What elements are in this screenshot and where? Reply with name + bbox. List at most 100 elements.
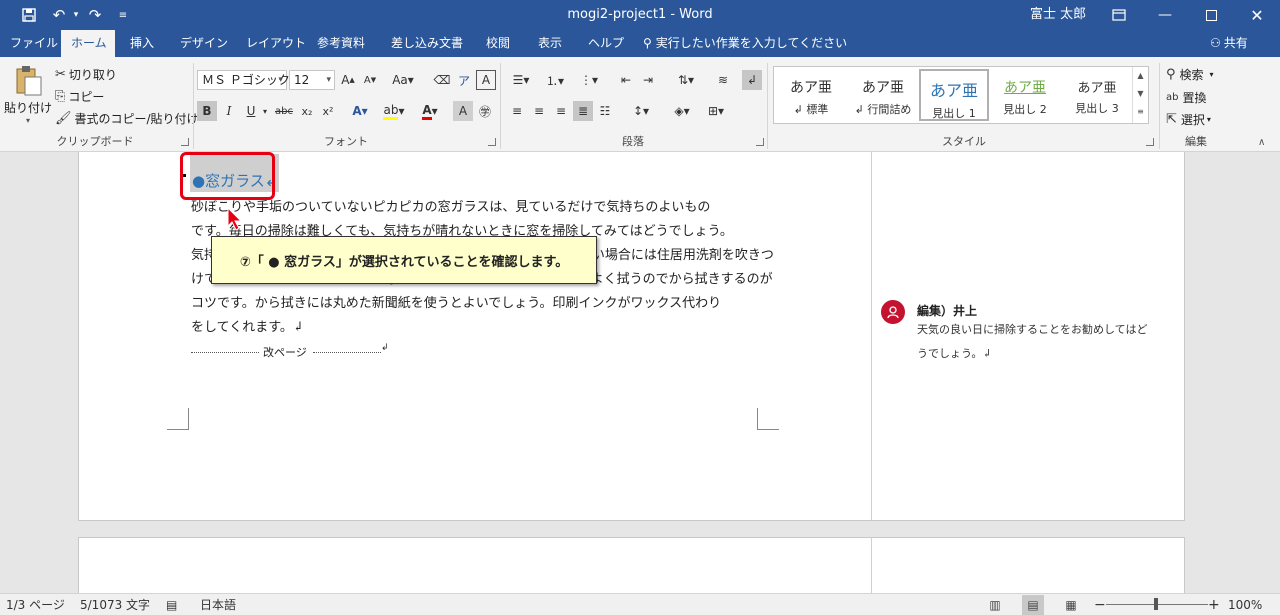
cut-button[interactable]: ✂ 切り取り <box>55 65 117 83</box>
align-left-icon[interactable]: ≡ <box>507 101 527 121</box>
read-mode-icon[interactable]: ▥ <box>984 595 1006 615</box>
clipboard-launcher-icon[interactable] <box>181 138 189 146</box>
zoom-slider-thumb[interactable] <box>1154 598 1158 610</box>
body-text-line[interactable]: コツです。から拭きには丸めた新聞紙を使うとよいでしょう。印刷インクがワックス代わ… <box>191 294 721 314</box>
font-color-icon[interactable]: A ▾ <box>418 101 442 121</box>
paragraph-group-label: 段落 <box>622 135 644 148</box>
body-text-line[interactable]: をしてくれます。↲ <box>191 318 304 338</box>
copy-button[interactable]: ⎘ コピー <box>55 87 104 105</box>
status-bar: 1/3 ページ 5/1073 文字 ▤ 日本語 ▥ ▤ ▦ − + 100% <box>0 593 1280 615</box>
save-icon[interactable] <box>16 3 42 27</box>
ribbon-display-icon[interactable] <box>1096 0 1142 30</box>
paste-button[interactable]: 貼り付け ▾ <box>4 65 52 127</box>
show-marks-icon[interactable]: ↲ <box>742 70 762 90</box>
maximize-icon[interactable] <box>1188 0 1234 30</box>
line-spacing-icon[interactable]: ↕▾ <box>627 101 655 121</box>
chevron-down-icon[interactable]: ▾ <box>259 101 271 121</box>
document-page-2[interactable] <box>78 537 872 593</box>
numbering-icon[interactable]: ⒈▾ <box>541 70 569 90</box>
shading-icon[interactable]: ◈▾ <box>668 101 696 121</box>
char-border-icon[interactable]: A <box>476 70 496 90</box>
superscript-icon[interactable]: x² <box>318 101 338 121</box>
font-name-select[interactable]: ＭＳ Ｐゴシック ▾ <box>197 70 290 90</box>
subscript-icon[interactable]: x₂ <box>297 101 317 121</box>
comment-text[interactable]: 天気の良い日に掃除することをお勧めしてはど <box>917 321 1147 337</box>
highlight-icon[interactable]: ab ▾ <box>380 101 408 121</box>
text-effects-icon[interactable]: A▾ <box>350 101 370 121</box>
gallery-scrollbar[interactable]: ▲ ▼ ≡ <box>1132 67 1148 123</box>
justify-icon[interactable]: ≣ <box>573 101 593 121</box>
proofing-icon[interactable]: ▤ <box>166 594 177 615</box>
zoom-out-icon[interactable]: − <box>1094 594 1106 615</box>
multilevel-list-icon[interactable]: ⋮▾ <box>575 70 603 90</box>
asian-layout-icon[interactable]: ≋ <box>713 70 733 90</box>
style-normal[interactable]: あア亜 ↲ 標準 <box>776 69 846 121</box>
share-button[interactable]: ⚇ 共有 <box>1210 30 1248 57</box>
font-size-select[interactable]: 12 ▾ <box>289 70 335 90</box>
italic-button[interactable]: I <box>219 101 239 121</box>
style-heading-3[interactable]: あア亜 見出し 3 <box>1062 69 1132 121</box>
tell-me-search[interactable]: ⚲ 実行したい作業を入力してください <box>643 30 847 57</box>
redo-icon[interactable]: ↷ <box>82 3 108 27</box>
body-text-line[interactable]: 砂ぼこりや手垢のついていないピカピカの窓ガラスは、見ているだけで気持ちのよいもの <box>191 198 710 218</box>
font-launcher-icon[interactable] <box>488 138 496 146</box>
language[interactable]: 日本語 <box>200 594 236 615</box>
tab-mailings[interactable]: 差し込み文書 <box>381 30 473 57</box>
sort-icon[interactable]: ⇅▾ <box>672 70 700 90</box>
tab-file[interactable]: ファイル <box>0 30 68 57</box>
collapse-ribbon-icon[interactable]: ∧ <box>1258 137 1265 148</box>
phonetic-guide-icon[interactable]: ア <box>454 70 474 90</box>
close-icon[interactable]: ✕ <box>1234 0 1280 30</box>
enclose-char-icon[interactable]: ㊫ <box>475 101 495 121</box>
undo-icon[interactable]: ↶ <box>46 3 72 27</box>
tab-home[interactable]: ホーム <box>61 30 115 57</box>
char-shading-icon[interactable]: A <box>453 101 473 121</box>
find-button[interactable]: ⚲ 検索 ▾ <box>1166 65 1214 83</box>
print-layout-icon[interactable]: ▤ <box>1022 595 1044 615</box>
clear-format-icon[interactable]: ⌫ <box>432 70 452 90</box>
customize-qat-icon[interactable]: ≡ <box>110 3 136 27</box>
increase-indent-icon[interactable]: ⇥ <box>638 70 658 90</box>
strikethrough-icon[interactable]: abc <box>274 101 294 121</box>
tab-design[interactable]: デザイン <box>170 30 238 57</box>
editing-group-label: 編集 <box>1185 135 1207 148</box>
zoom-in-icon[interactable]: + <box>1208 594 1220 615</box>
gallery-more-icon[interactable]: ≡ <box>1133 103 1148 121</box>
borders-icon[interactable]: ⊞▾ <box>702 101 730 121</box>
select-button[interactable]: ⇱ 選択 ▾ <box>1166 110 1211 128</box>
styles-launcher-icon[interactable] <box>1146 138 1154 146</box>
minimize-icon[interactable]: — <box>1142 0 1188 30</box>
tab-references[interactable]: 参考資料 <box>307 30 375 57</box>
bold-button[interactable]: B <box>197 101 217 121</box>
paragraph-launcher-icon[interactable] <box>756 138 764 146</box>
undo-dropdown-icon[interactable]: ▾ <box>70 3 82 27</box>
align-right-icon[interactable]: ≡ <box>551 101 571 121</box>
style-heading-2[interactable]: あア亜 見出し 2 <box>990 69 1060 121</box>
shrink-font-icon[interactable]: A ▼ <box>360 70 380 90</box>
word-count[interactable]: 5/1073 文字 <box>80 594 150 615</box>
chevron-down-icon[interactable]: ▼ <box>1133 85 1148 103</box>
style-heading-1[interactable]: あア亜 見出し 1 <box>919 69 989 121</box>
replace-button[interactable]: ab 置換 <box>1166 88 1207 106</box>
tab-view[interactable]: 表示 <box>528 30 572 57</box>
user-name[interactable]: 富士 太郎 <box>1030 0 1086 30</box>
comment-text[interactable]: うでしょう。↲ <box>917 345 992 361</box>
decrease-indent-icon[interactable]: ⇤ <box>616 70 636 90</box>
chevron-down-icon: ▾ <box>278 75 283 85</box>
zoom-level[interactable]: 100% <box>1228 594 1262 615</box>
bullets-icon[interactable]: ☰▾ <box>507 70 535 90</box>
change-case-icon[interactable]: Aa▾ <box>388 70 418 90</box>
page-count[interactable]: 1/3 ページ <box>6 594 65 615</box>
format-painter-button[interactable]: 🖌 書式のコピー/貼り付け <box>55 109 199 127</box>
web-layout-icon[interactable]: ▦ <box>1060 595 1082 615</box>
underline-button[interactable]: U <box>241 101 261 121</box>
tab-insert[interactable]: 挿入 <box>120 30 164 57</box>
grow-font-icon[interactable]: A ▲ <box>338 70 358 90</box>
tab-layout[interactable]: レイアウト <box>236 30 316 57</box>
style-no-spacing[interactable]: あア亜 ↲ 行間詰め <box>848 69 918 121</box>
tab-help[interactable]: ヘルプ <box>578 30 634 57</box>
align-center-icon[interactable]: ≡ <box>529 101 549 121</box>
distributed-icon[interactable]: ☷ <box>595 101 615 121</box>
tab-review[interactable]: 校閲 <box>476 30 520 57</box>
chevron-up-icon[interactable]: ▲ <box>1133 67 1148 85</box>
